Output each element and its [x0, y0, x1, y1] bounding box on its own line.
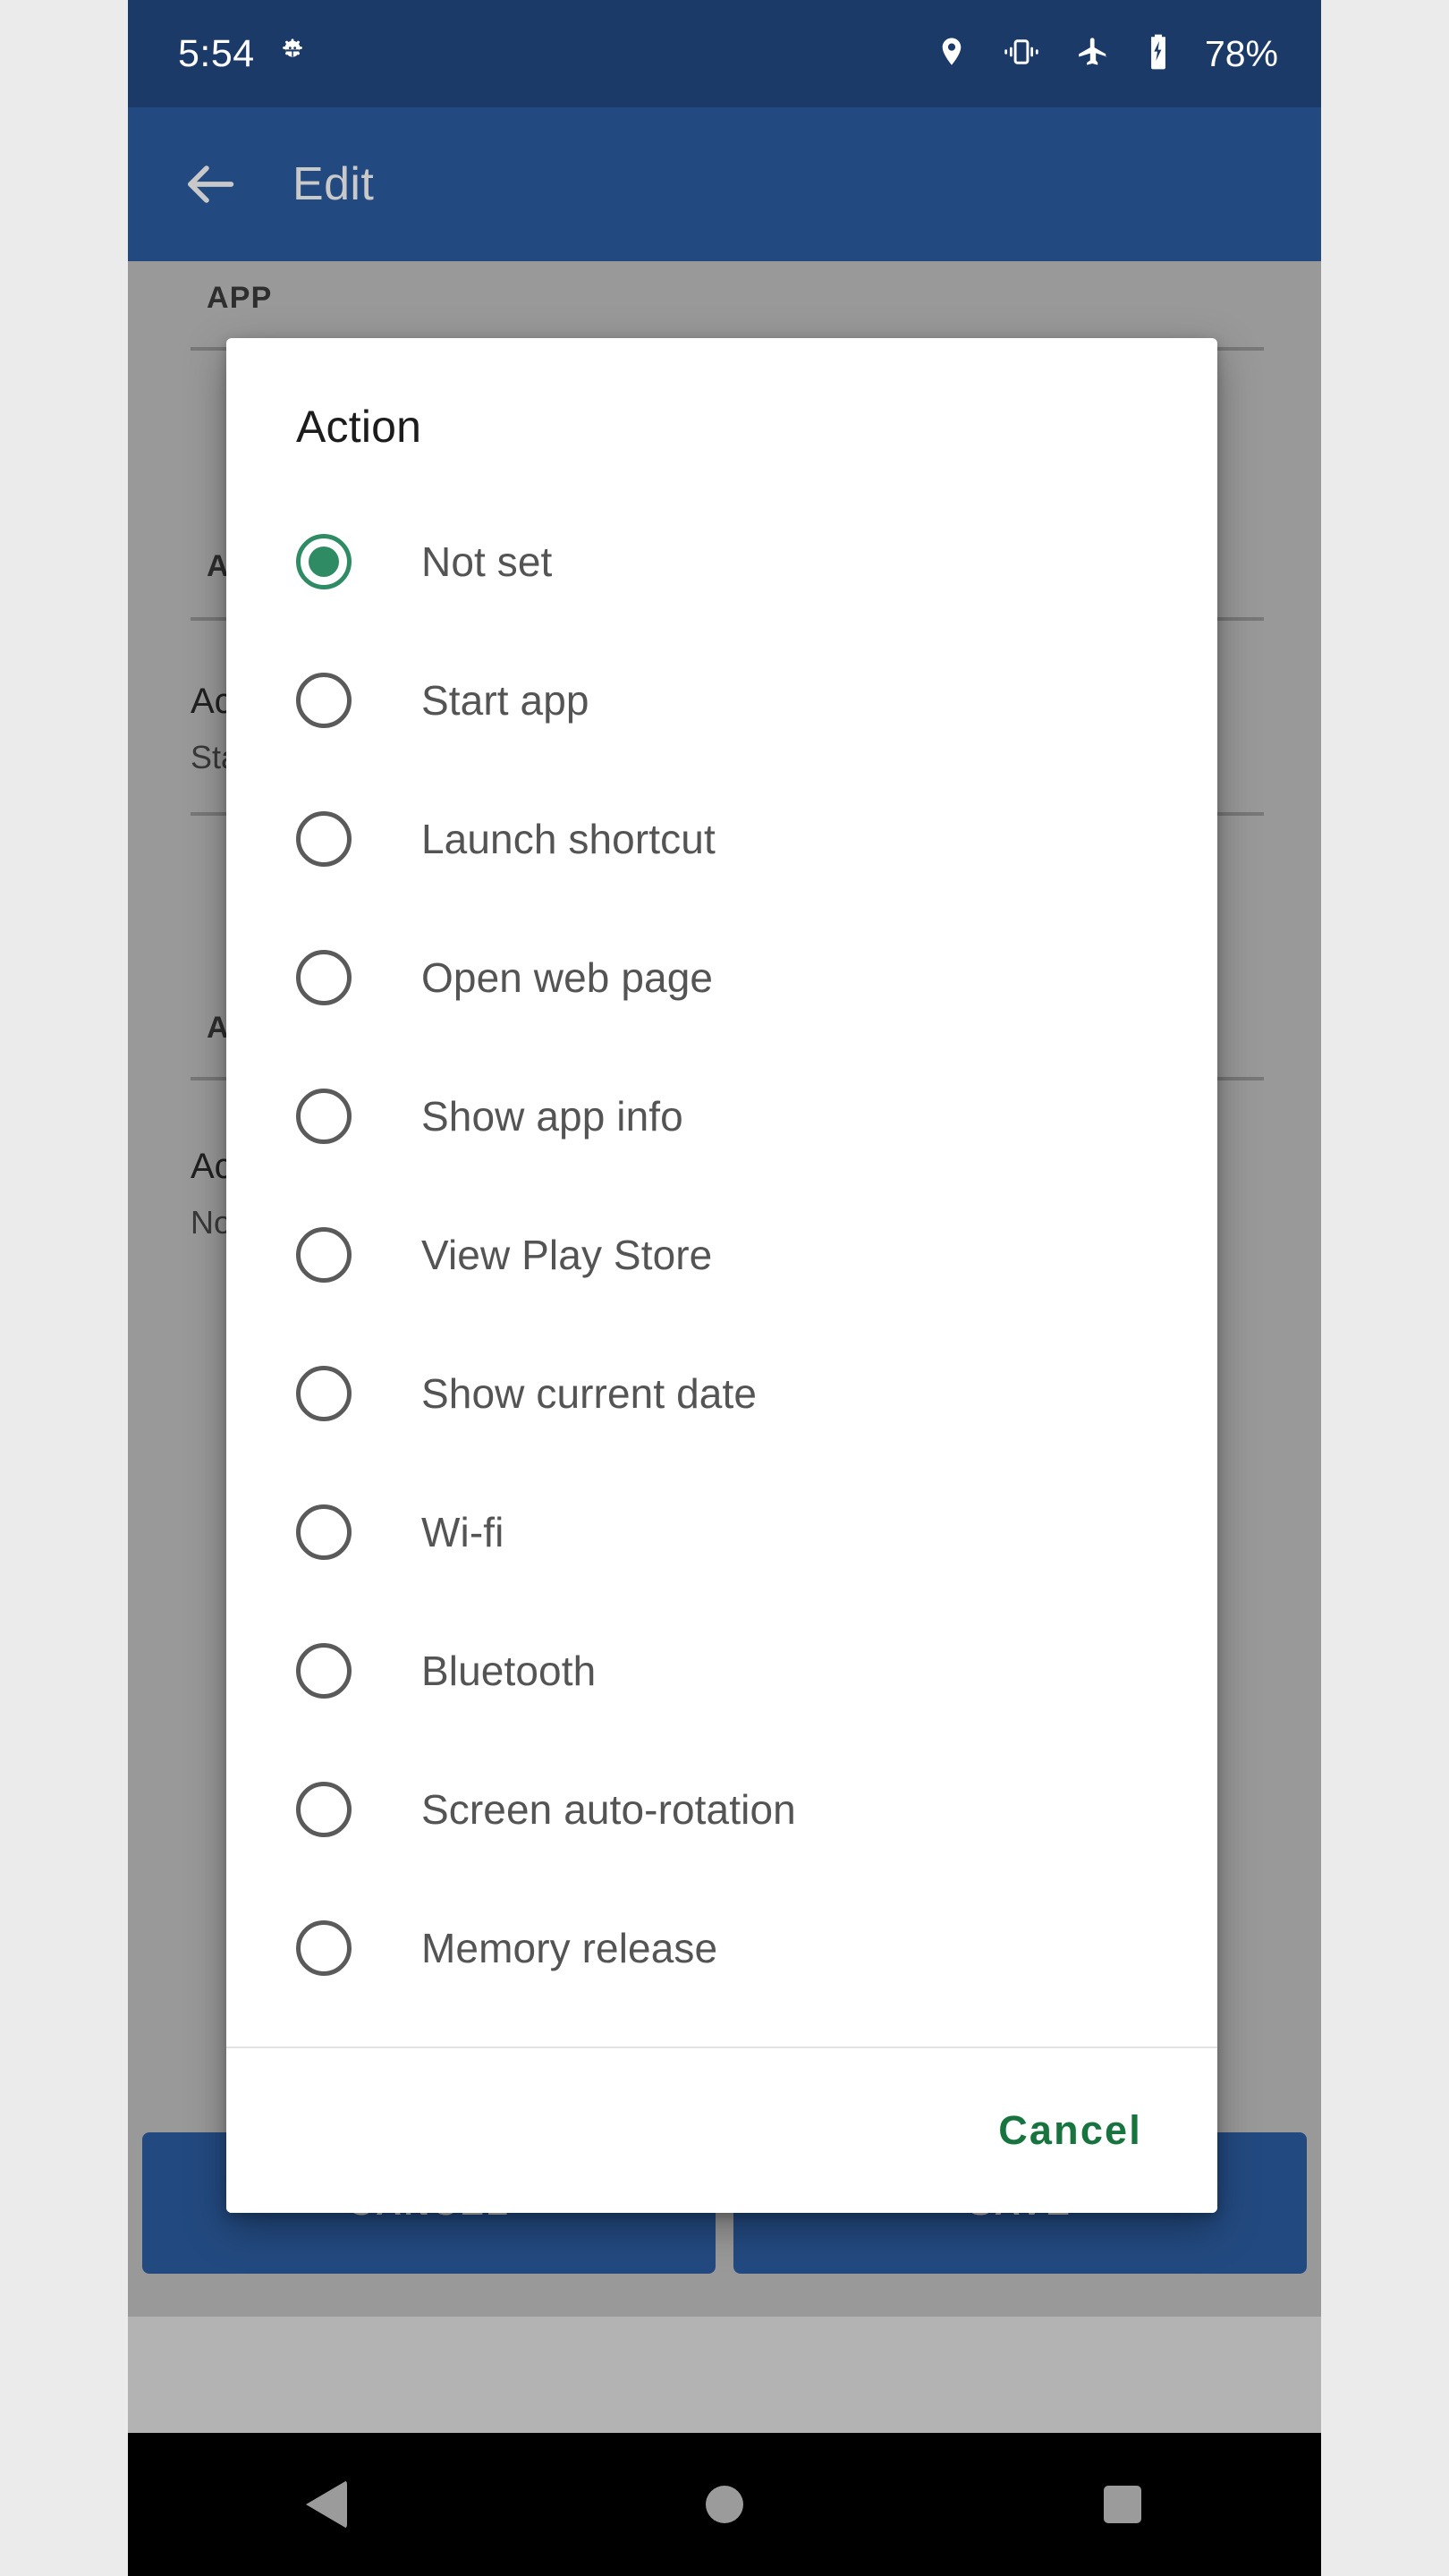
option-label: Memory release — [421, 1924, 718, 1971]
radio-icon[interactable] — [296, 1365, 352, 1421]
radio-icon[interactable] — [296, 533, 352, 589]
option-label: Bluetooth — [421, 1647, 597, 1694]
dialog-footer: Cancel — [226, 2046, 1217, 2213]
option-label: Screen auto-rotation — [421, 1785, 796, 1833]
option-row[interactable]: Start app — [226, 631, 1217, 769]
option-row[interactable]: Screen auto-rotation — [226, 1740, 1217, 1878]
gear-icon — [275, 34, 310, 74]
option-label: Show app info — [421, 1092, 683, 1140]
option-row[interactable]: Wi-fi — [226, 1462, 1217, 1601]
status-bar-right: 78% — [935, 33, 1278, 75]
location-pin-icon — [935, 35, 969, 73]
option-row[interactable]: Show current date — [226, 1324, 1217, 1462]
nav-back-icon[interactable] — [237, 2433, 416, 2576]
radio-icon[interactable] — [296, 672, 352, 728]
option-row[interactable]: Memory release — [226, 1878, 1217, 2017]
radio-icon[interactable] — [296, 1781, 352, 1837]
status-time: 5:54 — [178, 31, 255, 75]
radio-icon[interactable] — [296, 1919, 352, 1976]
option-label: Wi-fi — [421, 1508, 504, 1555]
option-row[interactable]: Open web page — [226, 908, 1217, 1046]
dialog-options-list[interactable]: Not set Start app Launch shortcut Open w… — [226, 492, 1217, 2046]
option-row[interactable]: Show app info — [226, 1046, 1217, 1185]
option-row-partial[interactable] — [226, 2017, 1217, 2046]
airplane-mode-icon — [1074, 35, 1112, 73]
vibrate-icon — [1001, 35, 1042, 73]
option-label: Open web page — [421, 953, 714, 1001]
toolbar: Edit — [128, 107, 1321, 261]
radio-icon[interactable] — [296, 1088, 352, 1144]
option-row[interactable]: Launch shortcut — [226, 769, 1217, 908]
radio-icon[interactable] — [296, 1504, 352, 1560]
dialog-cancel-button[interactable]: Cancel — [977, 2091, 1164, 2170]
radio-icon[interactable] — [296, 810, 352, 867]
option-label: View Play Store — [421, 1231, 713, 1278]
radio-icon[interactable] — [296, 949, 352, 1005]
navigation-bar — [128, 2433, 1321, 2576]
radio-icon[interactable] — [296, 1226, 352, 1283]
nav-recents-icon[interactable] — [1033, 2433, 1212, 2576]
battery-charging-icon — [1144, 33, 1173, 75]
action-dialog: Action Not set Start app Launch shortcut… — [226, 338, 1217, 2213]
dialog-title: Action — [296, 402, 422, 452]
option-row[interactable]: Bluetooth — [226, 1601, 1217, 1740]
status-bar: 5:54 78% — [128, 0, 1321, 107]
phone-frame: 5:54 78% Edit APP A Ac Sta A Ac No Actio… — [128, 0, 1321, 2576]
option-row[interactable]: Not set — [226, 492, 1217, 631]
option-label: Start app — [421, 676, 589, 724]
option-label: Not set — [421, 538, 553, 585]
battery-percent-label: 78% — [1204, 32, 1278, 74]
radio-icon[interactable] — [296, 1642, 352, 1699]
option-label: Show current date — [421, 1369, 758, 1417]
option-row[interactable]: View Play Store — [226, 1185, 1217, 1324]
screen-root: 5:54 78% Edit APP A Ac Sta A Ac No Actio… — [0, 0, 1449, 2576]
option-label: Launch shortcut — [421, 815, 716, 862]
page-title: Edit — [292, 158, 375, 210]
bg-section-header-app: APP — [207, 281, 273, 315]
status-bar-left: 5:54 — [178, 34, 935, 74]
nav-home-icon[interactable] — [635, 2433, 814, 2576]
back-arrow-icon[interactable] — [167, 141, 253, 227]
